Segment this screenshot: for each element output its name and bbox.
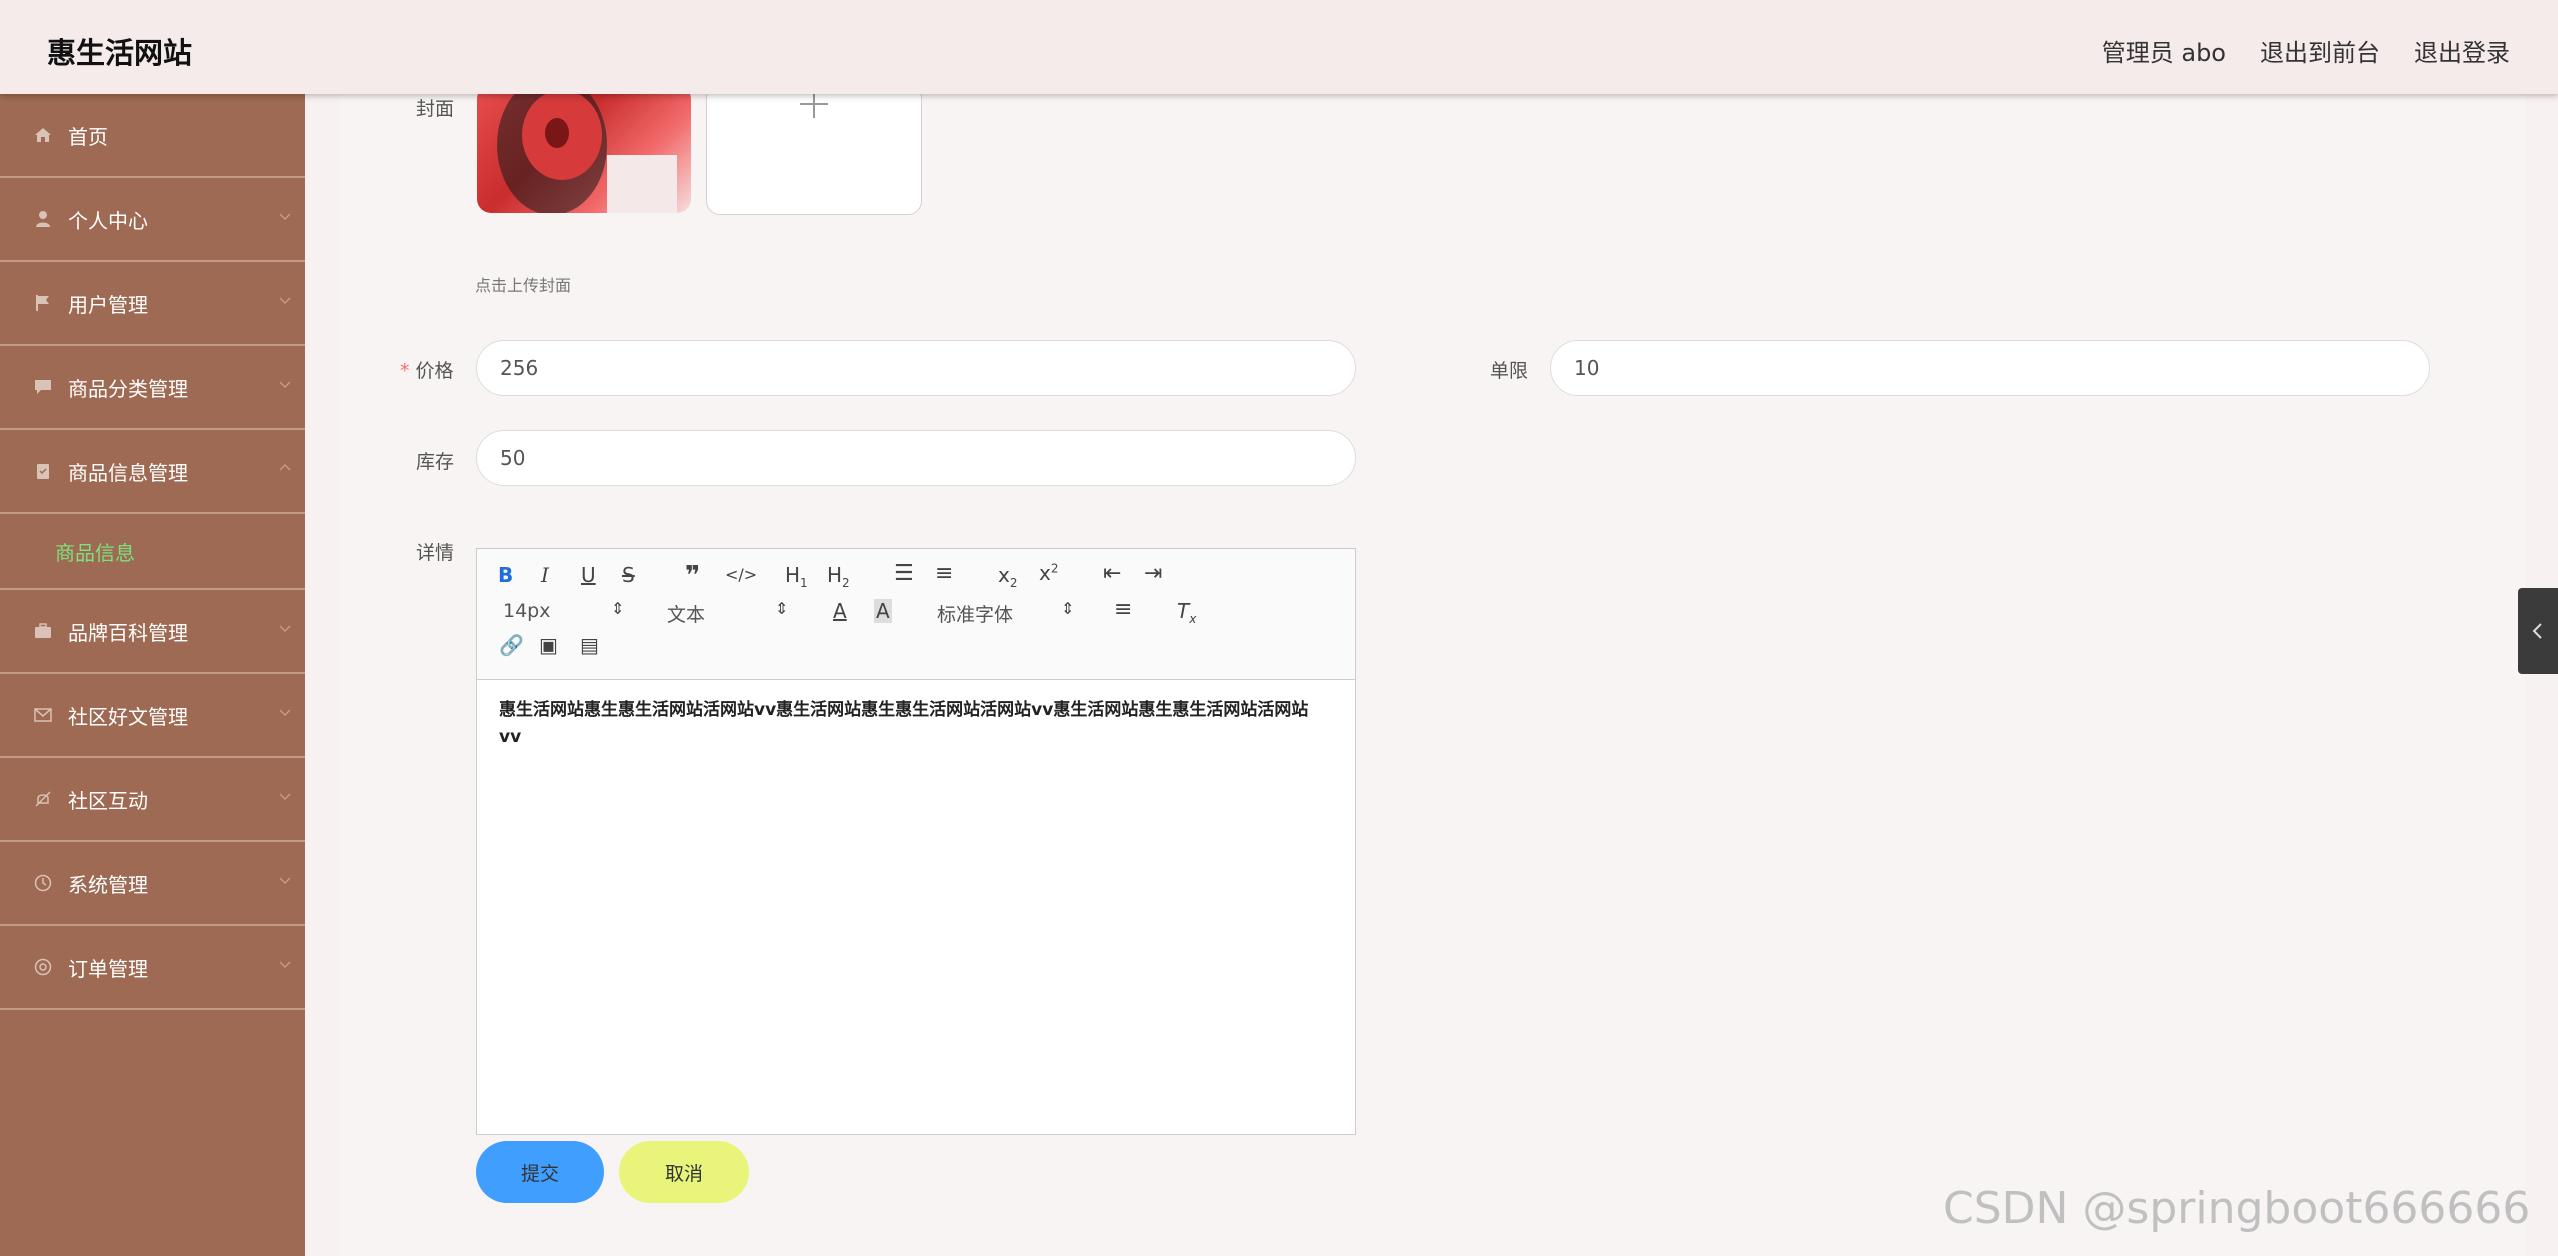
sidebar-item-label: 订单管理 <box>68 956 148 981</box>
sidebar-item-home[interactable]: 首页 <box>0 94 305 178</box>
user-icon <box>32 208 54 230</box>
watermark: CSDN @springboot666666 <box>1943 1183 2531 1234</box>
sidebar-item-orders[interactable]: 订单管理 <box>0 926 305 1010</box>
flag-icon <box>32 292 54 314</box>
blockquote-icon[interactable]: ❞ <box>685 561 700 591</box>
cancel-button[interactable]: 取消 <box>619 1141 749 1203</box>
video-icon[interactable]: ▤ <box>580 633 599 657</box>
image-icon[interactable]: ▣ <box>539 633 558 657</box>
sidebar-item-label: 商品信息管理 <box>68 460 188 485</box>
font-size-select[interactable]: 14px <box>503 600 550 622</box>
sidebar-item-profile[interactable]: 个人中心 <box>0 178 305 262</box>
chevron-down-icon <box>279 961 291 969</box>
submenu-label: 商品信息 <box>55 540 135 565</box>
rich-text-editor: B I U S ❞ </> H1 H2 ☰ ≡ x2 x2 ⇤ ⇥ 14px ⇕… <box>476 548 1356 1135</box>
sidebar-item-articles[interactable]: 社区好文管理 <box>0 674 305 758</box>
sidebar-item-users[interactable]: 用户管理 <box>0 262 305 346</box>
link-icon[interactable]: 🔗 <box>499 633 524 657</box>
chevron-down-icon <box>279 877 291 885</box>
clipboard-icon <box>32 460 54 482</box>
mail-icon <box>32 704 54 726</box>
home-icon <box>32 124 54 146</box>
collapse-panel-button[interactable] <box>2518 588 2558 674</box>
price-input[interactable]: 256 <box>476 340 1356 396</box>
submenu-goods-info[interactable]: 商品信息 <box>0 514 305 590</box>
help-icon <box>32 956 54 978</box>
upload-tip: 点击上传封面 <box>475 276 572 295</box>
admin-name: 管理员 abo <box>2101 39 2226 67</box>
chevron-left-icon <box>2532 623 2542 639</box>
upload-cover-button[interactable] <box>706 85 922 215</box>
sidebar-item-label: 社区好文管理 <box>68 704 188 729</box>
chevron-down-icon <box>279 793 291 801</box>
heading1-icon[interactable]: H1 <box>785 563 808 590</box>
text-type-select[interactable]: 文本 <box>667 600 705 627</box>
code-icon[interactable]: </> <box>725 565 757 584</box>
submit-button[interactable]: 提交 <box>476 1141 604 1203</box>
sidebar-item-label: 个人中心 <box>68 208 148 233</box>
clear-format-icon[interactable]: Tx <box>1177 599 1196 626</box>
price-label: * 价格 <box>400 360 454 382</box>
font-color-icon[interactable]: A <box>833 599 847 623</box>
superscript-icon[interactable]: x2 <box>1039 561 1058 585</box>
background-color-icon[interactable]: A <box>874 599 892 623</box>
header-actions: 管理员 abo 退出到前台 退出登录 <box>2102 33 2510 68</box>
chevron-updown-icon: ⇕ <box>1061 599 1075 618</box>
limit-label: 单限 <box>1490 360 1529 382</box>
indent-icon[interactable]: ⇥ <box>1144 561 1162 586</box>
plus-icon <box>800 90 828 118</box>
sidebar-item-label: 商品分类管理 <box>68 376 188 401</box>
clock-icon <box>32 872 54 894</box>
align-icon[interactable]: ≡ <box>1114 597 1132 622</box>
cover-label: 封面 <box>416 98 455 120</box>
subscript-icon[interactable]: x2 <box>998 563 1017 590</box>
sidebar-item-label: 用户管理 <box>68 292 148 317</box>
font-family-select[interactable]: 标准字体 <box>937 600 1013 627</box>
sidebar-item-brand[interactable]: 品牌百科管理 <box>0 590 305 674</box>
sidebar-item-label: 品牌百科管理 <box>68 620 188 645</box>
sidebar-item-label: 社区互动 <box>68 788 148 813</box>
chevron-down-icon <box>279 381 291 389</box>
stock-label: 库存 <box>416 451 455 473</box>
chevron-updown-icon: ⇕ <box>775 599 789 618</box>
exit-to-front-link[interactable]: 退出到前台 <box>2260 33 2380 68</box>
detail-label: 详情 <box>416 542 455 564</box>
chevron-down-icon <box>279 709 291 717</box>
editor-toolbar: B I U S ❞ </> H1 H2 ☰ ≡ x2 x2 ⇤ ⇥ 14px ⇕… <box>477 549 1355 680</box>
stock-input[interactable]: 50 <box>476 430 1356 486</box>
underline-icon[interactable]: U <box>581 563 596 587</box>
sidebar-item-label: 系统管理 <box>68 872 148 897</box>
sidebar-item-community[interactable]: 社区互动 <box>0 758 305 842</box>
site-brand: 惠生活网站 <box>47 36 193 70</box>
strikethrough-icon[interactable]: S <box>622 563 635 587</box>
chevron-down-icon <box>279 213 291 221</box>
sidebar-item-system[interactable]: 系统管理 <box>0 842 305 926</box>
chat-icon <box>32 376 54 398</box>
top-header: 惠生活网站 管理员 abo 退出到前台 退出登录 <box>0 0 2558 94</box>
cover-image-thumbnail[interactable] <box>477 85 691 213</box>
italic-icon[interactable]: I <box>541 563 549 587</box>
chevron-updown-icon: ⇕ <box>611 599 625 618</box>
product-image <box>497 85 677 213</box>
logout-link[interactable]: 退出登录 <box>2414 33 2510 68</box>
heading2-icon[interactable]: H2 <box>827 563 850 590</box>
outdent-icon[interactable]: ⇤ <box>1103 561 1121 586</box>
sidebar: 首页 个人中心 用户管理 商品分类管理 商品信息管理 商品信息 品牌百科管理 社… <box>0 94 305 1256</box>
chevron-down-icon <box>279 297 291 305</box>
editor-content[interactable]: 惠生活网站惠生惠生活网站活网站vv惠生活网站惠生惠生活网站活网站vv惠生活网站惠… <box>499 697 1329 751</box>
limit-input[interactable]: 10 <box>1550 340 2430 396</box>
sidebar-item-category[interactable]: 商品分类管理 <box>0 346 305 430</box>
sidebar-item-label: 首页 <box>68 124 108 149</box>
briefcase-icon <box>32 620 54 642</box>
chevron-up-icon <box>279 463 291 471</box>
bell-off-icon <box>32 788 54 810</box>
bold-icon[interactable]: B <box>498 563 513 587</box>
ordered-list-icon[interactable]: ☰ <box>894 561 914 586</box>
chevron-down-icon <box>279 625 291 633</box>
bullet-list-icon[interactable]: ≡ <box>935 561 953 586</box>
sidebar-item-goods[interactable]: 商品信息管理 <box>0 430 305 514</box>
